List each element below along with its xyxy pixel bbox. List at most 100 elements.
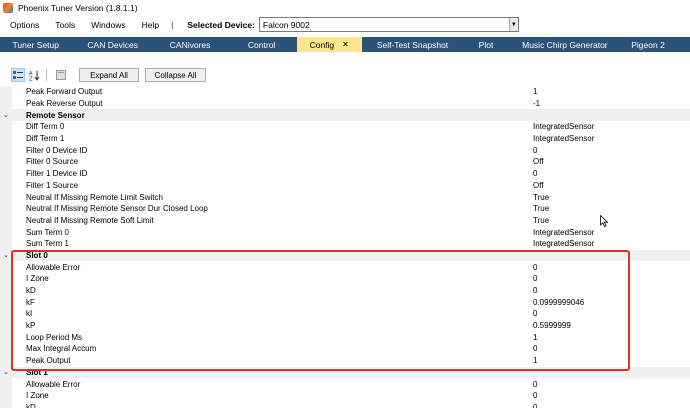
property-value[interactable]: True bbox=[522, 193, 549, 202]
tab-label: Pigeon 2 bbox=[631, 39, 665, 50]
property-name: Filter 1 Device ID bbox=[26, 169, 88, 179]
property-row[interactable]: Peak Reverse Output -1 bbox=[0, 97, 690, 110]
property-value[interactable]: -1 bbox=[522, 99, 540, 108]
property-value[interactable]: IntegratedSensor bbox=[522, 228, 594, 237]
categorized-view-icon[interactable] bbox=[11, 68, 25, 82]
category-label: Slot 0 bbox=[26, 250, 48, 260]
row-gutter bbox=[0, 284, 12, 297]
tab-pigeon-2[interactable]: Pigeon 2 bbox=[621, 37, 690, 52]
property-row[interactable]: Sum Term 1 IntegratedSensor bbox=[0, 237, 690, 250]
config-toolbar: AZ Expand All Collapse All bbox=[0, 66, 690, 84]
menu-windows[interactable]: Windows bbox=[81, 20, 131, 30]
property-value[interactable]: 0 bbox=[522, 391, 537, 400]
property-row[interactable]: Diff Term 1 IntegratedSensor bbox=[0, 132, 690, 145]
property-value[interactable]: 1 bbox=[522, 87, 537, 96]
property-row[interactable]: kI 0 bbox=[0, 308, 690, 320]
property-value[interactable]: 0 bbox=[522, 274, 537, 283]
svg-text:Z: Z bbox=[29, 76, 33, 81]
property-value[interactable]: 0 bbox=[522, 309, 537, 318]
property-value[interactable]: 0.0999999046 bbox=[522, 298, 584, 307]
property-value[interactable]: IntegratedSensor bbox=[522, 122, 594, 131]
property-row[interactable]: kF 0.0999999046 bbox=[0, 296, 690, 309]
property-row[interactable]: Neutral If Missing Remote Limit Switch Tr… bbox=[0, 191, 690, 203]
selected-device-dropdown[interactable]: Falcon 9002 ▼ bbox=[258, 17, 519, 32]
property-row[interactable]: Neutral If Missing Remote Soft Limit True bbox=[0, 214, 690, 227]
chevron-down-icon[interactable]: ▼ bbox=[508, 18, 518, 31]
property-value[interactable]: 0 bbox=[522, 380, 537, 389]
tab-plot[interactable]: Plot bbox=[463, 37, 508, 52]
property-value[interactable]: 0 bbox=[522, 146, 537, 155]
property-row[interactable]: kD 0 bbox=[0, 284, 690, 297]
tab-can-devices[interactable]: CAN Devices bbox=[72, 37, 154, 52]
property-row[interactable]: Filter 1 Source Off bbox=[0, 179, 690, 192]
property-value[interactable]: IntegratedSensor bbox=[522, 134, 594, 143]
property-name: Max Integral Accum bbox=[26, 344, 97, 354]
tab-control[interactable]: Control bbox=[226, 37, 297, 52]
collapse-chevron-icon[interactable]: ⌄ bbox=[0, 249, 12, 262]
property-row[interactable]: Loop Period Ms 1 bbox=[0, 331, 690, 344]
property-name: Filter 1 Source bbox=[26, 180, 79, 190]
property-row[interactable]: Neutral If Missing Remote Sensor Dur Clo… bbox=[0, 202, 690, 215]
collapse-all-button[interactable]: Collapse All bbox=[145, 68, 206, 82]
property-value[interactable]: True bbox=[522, 204, 549, 213]
property-name: Filter 0 Device ID bbox=[26, 145, 88, 155]
expand-all-button[interactable]: Expand All bbox=[79, 68, 139, 82]
category-row[interactable]: ⌄ Slot 1 bbox=[0, 366, 690, 379]
property-value[interactable]: 0 bbox=[522, 169, 537, 178]
property-name: Diff Term 1 bbox=[26, 134, 65, 144]
property-name: Peak Reverse Output bbox=[26, 99, 103, 109]
category-row[interactable]: ⌄ Slot 0 bbox=[0, 249, 690, 262]
property-name: Sum Term 0 bbox=[26, 227, 69, 237]
category-row[interactable]: ⌄ Remote Sensor bbox=[0, 109, 690, 122]
tab-config[interactable]: Config ✕ bbox=[296, 37, 362, 52]
menu-options[interactable]: Options bbox=[0, 20, 45, 30]
tab-label: Control bbox=[247, 39, 276, 50]
tab-self-test-snapshot[interactable]: Self-Test Snapshot bbox=[362, 37, 464, 52]
property-pages-icon[interactable] bbox=[54, 68, 68, 82]
property-value[interactable]: Off bbox=[522, 181, 544, 190]
tab-canivores[interactable]: CANivores bbox=[154, 37, 227, 52]
property-row[interactable]: kD 0 bbox=[0, 401, 690, 408]
property-row[interactable]: Peak Forward Output 1 bbox=[0, 86, 690, 98]
property-row[interactable]: Peak Output 1 bbox=[0, 354, 690, 367]
sort-alphabetical-icon[interactable]: AZ bbox=[27, 68, 41, 82]
property-value[interactable]: 0 bbox=[522, 286, 537, 295]
collapse-chevron-icon[interactable]: ⌄ bbox=[0, 366, 12, 379]
property-row[interactable]: Allowable Error 0 bbox=[0, 378, 690, 390]
property-value[interactable]: 1 bbox=[522, 333, 537, 342]
property-value[interactable]: IntegratedSensor bbox=[522, 239, 594, 248]
property-row[interactable]: Filter 1 Device ID 0 bbox=[0, 167, 690, 180]
property-row[interactable]: I Zone 0 bbox=[0, 273, 690, 285]
property-row[interactable]: Filter 0 Device ID 0 bbox=[0, 144, 690, 157]
property-value[interactable]: True bbox=[522, 216, 549, 225]
tab-tuner-setup[interactable]: Tuner Setup bbox=[0, 37, 72, 52]
close-icon[interactable]: ✕ bbox=[342, 40, 349, 49]
selected-device-label: Selected Device: bbox=[187, 19, 255, 30]
property-value[interactable]: 0 bbox=[522, 263, 537, 272]
toolbar-separator bbox=[46, 69, 47, 81]
row-gutter bbox=[0, 389, 12, 402]
property-value[interactable]: 0.5999999 bbox=[522, 321, 571, 330]
collapse-chevron-icon[interactable]: ⌄ bbox=[0, 109, 12, 122]
property-name: Allowable Error bbox=[26, 262, 81, 272]
property-row[interactable]: Filter 0 Source Off bbox=[0, 156, 690, 168]
tab-music-chirp-generator[interactable]: Music Chirp Generator bbox=[509, 37, 622, 52]
menu-help[interactable]: Help bbox=[132, 20, 165, 30]
property-name: Allowable Error bbox=[26, 379, 81, 389]
property-row[interactable]: Diff Term 0 IntegratedSensor bbox=[0, 121, 690, 133]
property-name: Neutral If Missing Remote Sensor Dur Clo… bbox=[26, 204, 208, 214]
mouse-cursor-icon bbox=[600, 215, 608, 227]
property-value[interactable]: 0 bbox=[522, 344, 537, 353]
property-value[interactable]: 1 bbox=[522, 356, 537, 365]
property-row[interactable]: Max Integral Accum 0 bbox=[0, 343, 690, 355]
property-row[interactable]: Sum Term 0 IntegratedSensor bbox=[0, 226, 690, 238]
row-gutter bbox=[0, 296, 12, 309]
property-name: kD bbox=[26, 286, 36, 296]
property-value[interactable]: 0 bbox=[522, 403, 537, 408]
property-row[interactable]: Allowable Error 0 bbox=[0, 261, 690, 273]
property-value[interactable]: Off bbox=[522, 157, 544, 166]
property-row[interactable]: I Zone 0 bbox=[0, 389, 690, 402]
property-row[interactable]: kP 0.5999999 bbox=[0, 319, 690, 332]
property-name: kD bbox=[26, 402, 36, 408]
menu-tools[interactable]: Tools bbox=[45, 20, 81, 30]
